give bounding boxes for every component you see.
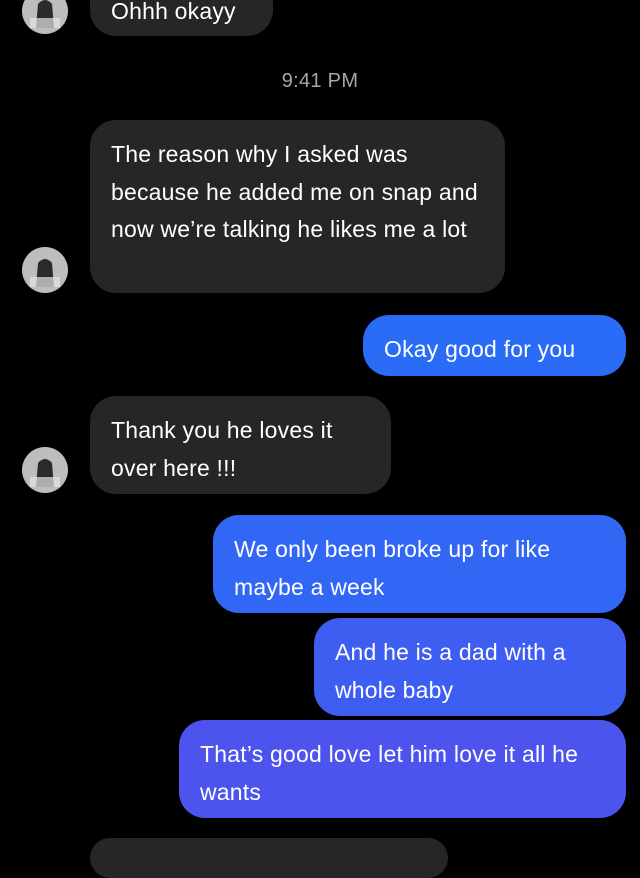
message-bubble-incoming[interactable]	[90, 838, 448, 878]
contact-avatar[interactable]	[22, 247, 68, 293]
message-bubble-incoming[interactable]: Ohhh okayy	[90, 0, 273, 36]
message-bubble-outgoing[interactable]: Okay good for you	[363, 315, 626, 376]
message-text: We only been broke up for like maybe a w…	[234, 536, 551, 600]
message-text: That’s good love let him love it all he …	[200, 741, 579, 805]
message-bubble-outgoing[interactable]: We only been broke up for like maybe a w…	[213, 515, 626, 613]
message-bubble-outgoing[interactable]: And he is a dad with a whole baby	[314, 618, 626, 716]
timestamp: 9:41 PM	[281, 70, 359, 92]
contact-avatar[interactable]	[22, 0, 68, 34]
avatar-photo-icon	[22, 247, 68, 293]
message-bubble-outgoing[interactable]: That’s good love let him love it all he …	[179, 720, 626, 818]
message-text: The reason why I asked was because he ad…	[111, 141, 478, 242]
message-bubble-incoming[interactable]: Thank you he loves it over here !!!	[90, 396, 391, 494]
message-text: And he is a dad with a whole baby	[335, 639, 566, 703]
avatar-photo-icon	[22, 0, 68, 34]
message-text: Ohhh okayy	[111, 0, 236, 24]
message-bubble-incoming[interactable]: The reason why I asked was because he ad…	[90, 120, 505, 293]
contact-avatar[interactable]	[22, 447, 68, 493]
message-text: Okay good for you	[384, 336, 576, 362]
avatar-photo-icon	[22, 447, 68, 493]
message-text: Thank you he loves it over here !!!	[111, 417, 333, 481]
